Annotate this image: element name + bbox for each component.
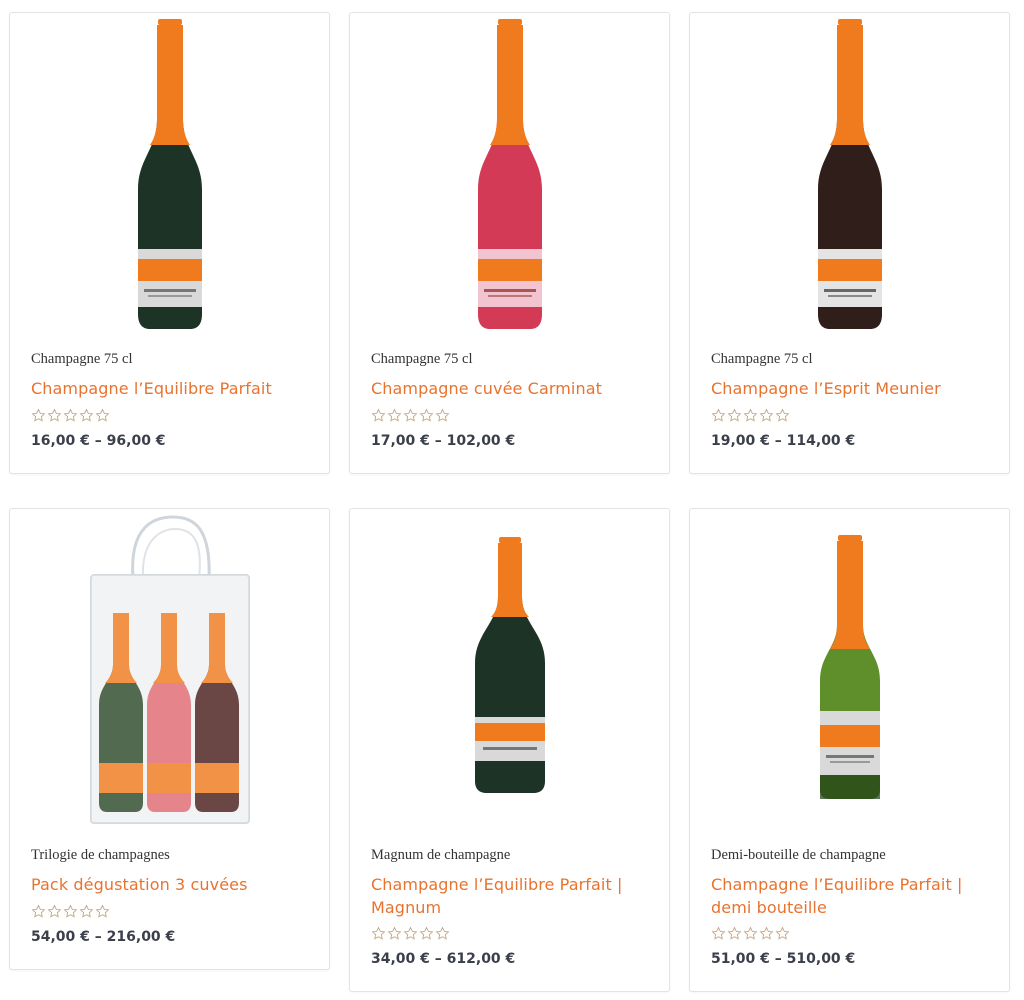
star-outline-icon: [419, 926, 434, 940]
champagne-bottle-icon: [819, 535, 880, 799]
product-title-line: Champagne l’Equilibre Parfait |: [711, 875, 963, 894]
star-outline-icon: [727, 408, 742, 422]
product-category: Trilogie de champagnes: [31, 847, 170, 863]
product-price: 34,00 € – 612,00 €: [371, 951, 516, 967]
product-title-line: Magnum: [371, 898, 442, 917]
rating-stars: [371, 926, 450, 942]
product-price: 19,00 € – 114,00 €: [711, 433, 856, 449]
product-card[interactable]: Demi-bouteille de champagne Champagne l’…: [689, 508, 1010, 992]
product-image[interactable]: [690, 19, 1009, 339]
star-outline-icon: [419, 408, 434, 422]
rating-stars: [711, 408, 790, 424]
star-outline-icon: [403, 408, 418, 422]
product-image[interactable]: [350, 537, 669, 797]
product-price: 51,00 € – 510,00 €: [711, 951, 856, 967]
star-outline-icon: [435, 408, 450, 422]
star-outline-icon: [79, 904, 94, 918]
product-price: 54,00 € – 216,00 €: [31, 929, 176, 945]
star-outline-icon: [63, 904, 78, 918]
product-title-link[interactable]: Champagne l’Equilibre Parfait | demi bou…: [711, 873, 995, 919]
product-card[interactable]: Magnum de champagne Champagne l’Equilibr…: [349, 508, 670, 992]
star-outline-icon: [435, 926, 450, 940]
star-outline-icon: [743, 408, 758, 422]
star-outline-icon: [31, 408, 46, 422]
champagne-bottle-icon: [137, 19, 202, 329]
star-outline-icon: [95, 904, 110, 918]
product-card[interactable]: Champagne 75 cl Champagne l’Equilibre Pa…: [9, 12, 330, 474]
star-outline-icon: [759, 926, 774, 940]
star-outline-icon: [387, 408, 402, 422]
product-image[interactable]: [690, 535, 1009, 803]
star-outline-icon: [711, 926, 726, 940]
product-category: Demi-bouteille de champagne: [711, 847, 886, 863]
product-title-link[interactable]: Pack dégustation 3 cuvées: [31, 873, 315, 896]
champagne-bottle-icon: [817, 19, 882, 329]
product-category: Champagne 75 cl: [711, 351, 813, 367]
star-outline-icon: [775, 926, 790, 940]
product-category: Magnum de champagne: [371, 847, 511, 863]
product-card[interactable]: Champagne 75 cl Champagne l’Esprit Meuni…: [689, 12, 1010, 474]
star-outline-icon: [775, 408, 790, 422]
star-outline-icon: [387, 926, 402, 940]
product-image[interactable]: [350, 19, 669, 339]
product-title-link[interactable]: Champagne cuvée Carminat: [371, 377, 655, 400]
star-outline-icon: [47, 904, 62, 918]
product-card[interactable]: Trilogie de champagnes Pack dégustation …: [9, 508, 330, 970]
product-category: Champagne 75 cl: [31, 351, 133, 367]
product-title-line: demi bouteille: [711, 898, 827, 917]
rating-stars: [711, 926, 790, 942]
star-outline-icon: [759, 408, 774, 422]
product-card[interactable]: Champagne 75 cl Champagne cuvée Carminat…: [349, 12, 670, 474]
product-image[interactable]: [10, 515, 329, 827]
product-category: Champagne 75 cl: [371, 351, 473, 367]
product-title-link[interactable]: Champagne l’Esprit Meunier: [711, 377, 995, 400]
star-outline-icon: [95, 408, 110, 422]
product-price: 17,00 € – 102,00 €: [371, 433, 516, 449]
star-outline-icon: [31, 904, 46, 918]
star-outline-icon: [47, 408, 62, 422]
product-price: 16,00 € – 96,00 €: [31, 433, 166, 449]
star-outline-icon: [727, 926, 742, 940]
star-outline-icon: [63, 408, 78, 422]
star-outline-icon: [743, 926, 758, 940]
star-outline-icon: [371, 926, 386, 940]
product-title-line: Champagne l’Equilibre Parfait |: [371, 875, 623, 894]
star-outline-icon: [403, 926, 418, 940]
champagne-bottle-icon: [477, 19, 542, 329]
product-image[interactable]: [10, 19, 329, 339]
star-outline-icon: [371, 408, 386, 422]
rating-stars: [371, 408, 450, 424]
star-outline-icon: [79, 408, 94, 422]
champagne-bottle-icon: [474, 537, 545, 793]
rating-stars: [31, 408, 110, 424]
star-outline-icon: [711, 408, 726, 422]
gift-bag-icon: [89, 515, 250, 824]
rating-stars: [31, 904, 110, 920]
product-title-link[interactable]: Champagne l’Equilibre Parfait | Magnum: [371, 873, 655, 919]
product-title-link[interactable]: Champagne l’Equilibre Parfait: [31, 377, 315, 400]
